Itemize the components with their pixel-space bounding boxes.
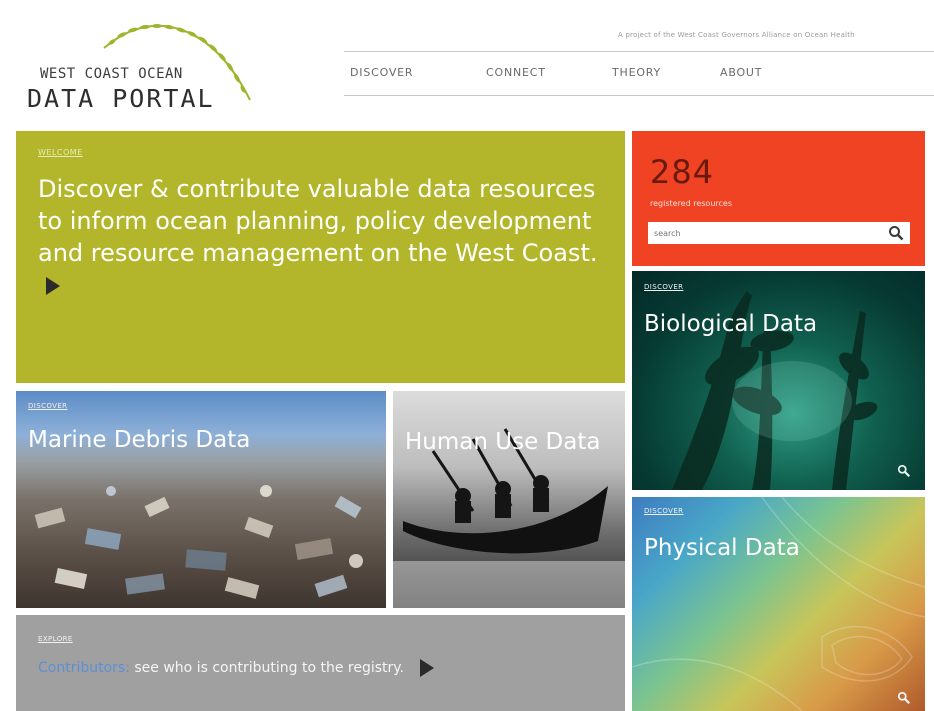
logo-subtitle: WEST COAST OCEAN bbox=[40, 66, 183, 82]
nav-item-about[interactable]: ABOUT bbox=[720, 66, 762, 79]
search-icon[interactable] bbox=[888, 225, 904, 241]
hero-headline: Discover & contribute valuable data reso… bbox=[38, 173, 598, 301]
canoe-paddlers-image bbox=[393, 428, 625, 608]
biological-data-tile[interactable]: DISCOVER Biological Data bbox=[632, 271, 925, 490]
nav-item-discover[interactable]: DISCOVER bbox=[350, 66, 413, 79]
biological-title: Biological Data bbox=[644, 311, 818, 337]
contributors-line: Contributors: see who is contributing to… bbox=[38, 659, 434, 677]
hero-kicker: WELCOME bbox=[38, 148, 83, 157]
header-tagline: A project of the West Coast Governors Al… bbox=[618, 31, 855, 39]
search-input[interactable] bbox=[648, 222, 883, 244]
search-icon[interactable] bbox=[897, 464, 911, 478]
search-box bbox=[648, 222, 910, 244]
contributors-tile[interactable]: EXPLORE Contributors: see who is contrib… bbox=[16, 615, 625, 711]
hero-headline-text: Discover & contribute valuable data reso… bbox=[38, 175, 598, 267]
resource-count-label: registered resources bbox=[650, 199, 732, 208]
debris-kicker: DISCOVER bbox=[28, 402, 68, 410]
nav-item-connect[interactable]: CONNECT bbox=[486, 66, 546, 79]
main-nav: DISCOVER CONNECT THEORY ABOUT bbox=[344, 51, 934, 96]
kelp-forest-image bbox=[672, 291, 878, 490]
contributors-link[interactable]: Contributors: bbox=[38, 660, 130, 676]
logo-title: DATA PORTAL bbox=[27, 84, 215, 113]
contributors-text: see who is contributing to the registry. bbox=[129, 660, 404, 676]
resource-count: 284 bbox=[650, 153, 715, 191]
marine-debris-data-tile[interactable]: DISCOVER Marine Debris Data bbox=[16, 391, 386, 608]
biological-kicker: DISCOVER bbox=[644, 283, 684, 291]
play-arrow-icon[interactable] bbox=[46, 277, 60, 295]
site-header: WEST COAST OCEAN DATA PORTAL A project o… bbox=[0, 0, 934, 125]
physical-title: Physical Data bbox=[644, 535, 800, 561]
site-logo[interactable]: WEST COAST OCEAN DATA PORTAL bbox=[22, 14, 262, 122]
play-arrow-icon[interactable] bbox=[420, 659, 434, 677]
page: WEST COAST OCEAN DATA PORTAL A project o… bbox=[0, 0, 934, 711]
debris-title: Marine Debris Data bbox=[28, 427, 251, 453]
physical-kicker: DISCOVER bbox=[644, 507, 684, 515]
human-use-title: Human Use Data bbox=[405, 429, 601, 455]
search-icon[interactable] bbox=[897, 691, 911, 705]
beach-debris-image bbox=[34, 485, 363, 599]
nav-item-theory[interactable]: THEORY bbox=[612, 66, 661, 79]
hero-tile[interactable]: WELCOME Discover & contribute valuable d… bbox=[16, 131, 625, 383]
resource-count-tile: 284 registered resources bbox=[632, 131, 925, 266]
contributors-kicker: EXPLORE bbox=[38, 635, 73, 643]
human-use-data-tile[interactable]: Human Use Data bbox=[393, 391, 625, 608]
physical-data-tile[interactable]: DISCOVER Physical Data bbox=[632, 497, 925, 711]
bathymetry-image bbox=[632, 497, 925, 711]
